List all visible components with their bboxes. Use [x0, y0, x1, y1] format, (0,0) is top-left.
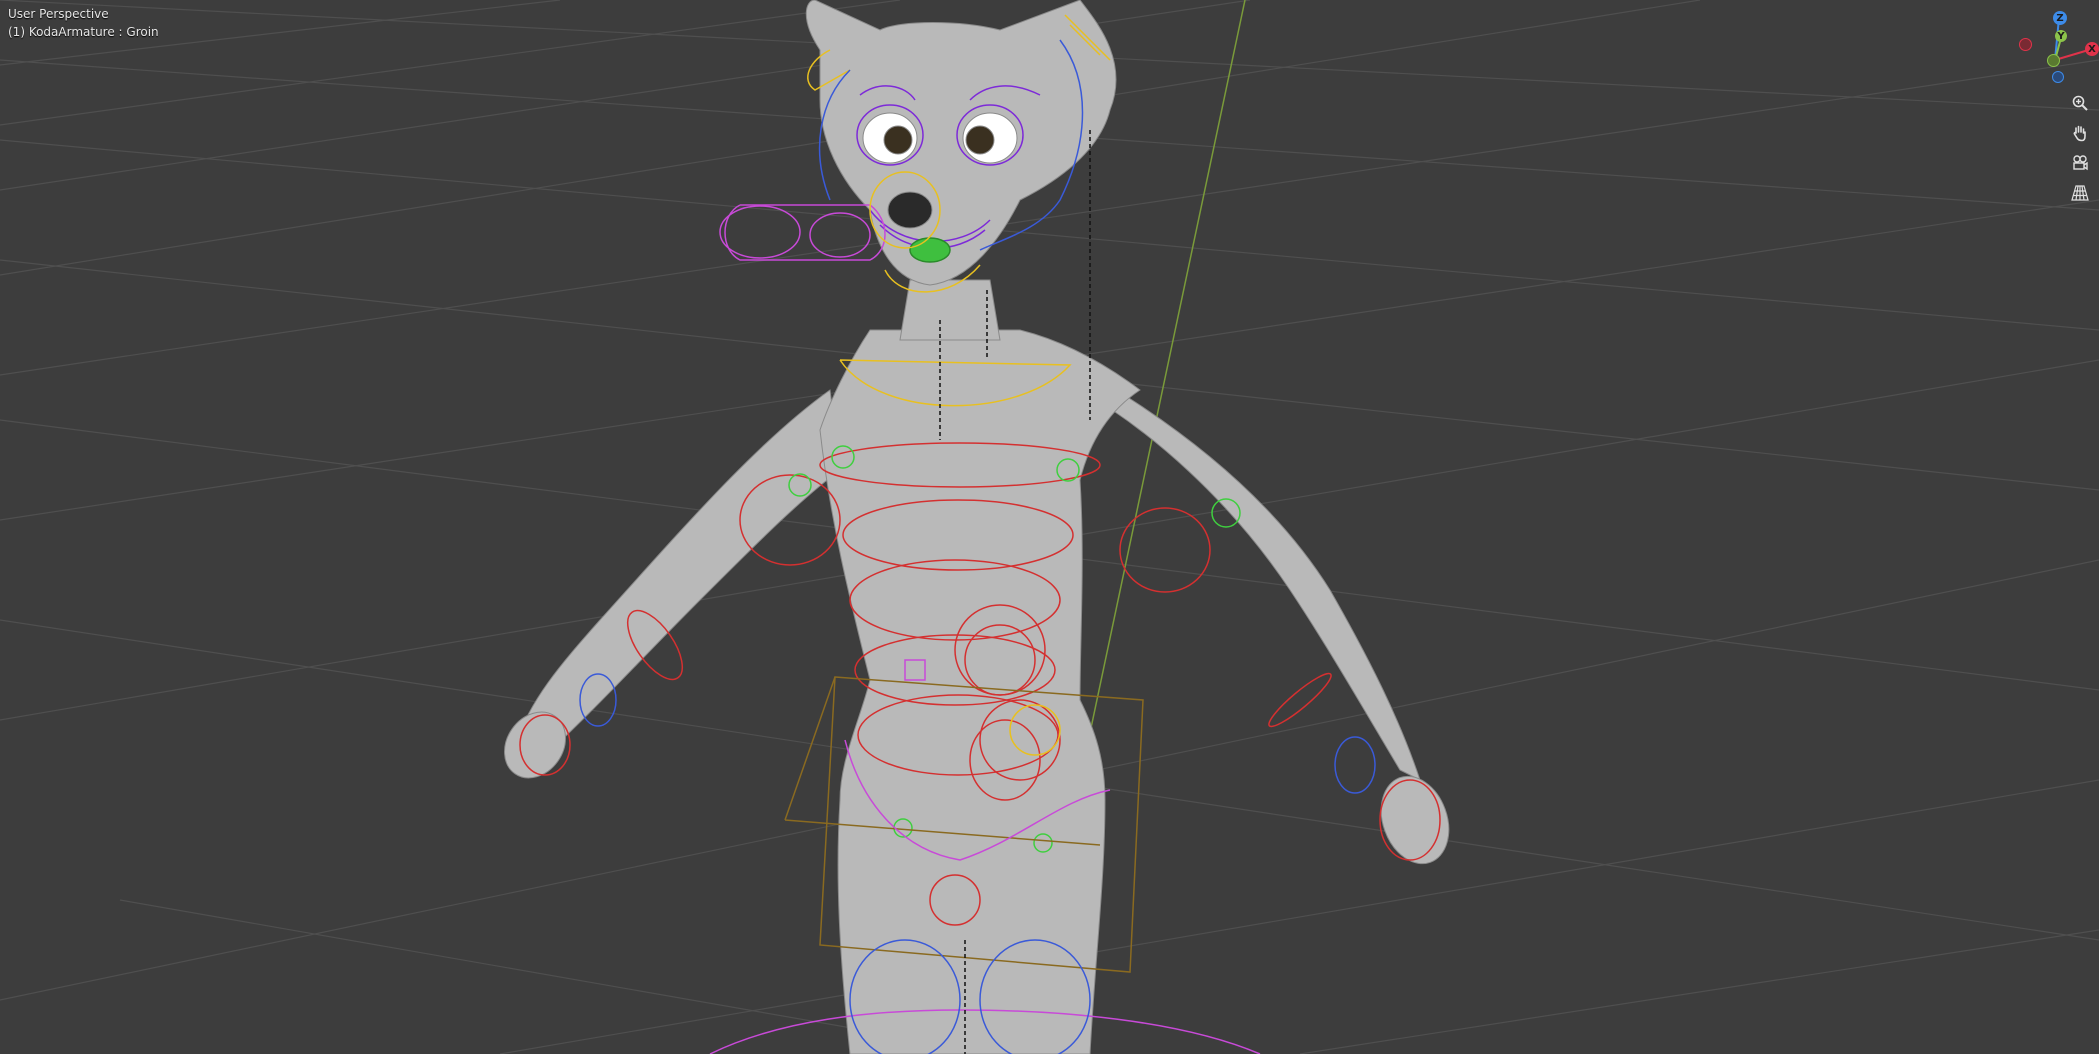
3d-viewport[interactable]: User Perspective (1) KodaArmature : Groi… [0, 0, 2099, 1054]
zoom-button[interactable] [2067, 90, 2093, 116]
neg-x-axis-ball[interactable] [2019, 38, 2032, 51]
pan-button[interactable] [2067, 120, 2093, 146]
y-axis-ball[interactable]: Y [2055, 30, 2067, 42]
active-object-label: (1) KodaArmature : Groin [8, 25, 159, 39]
camera-view-button[interactable] [2067, 150, 2093, 176]
view-name-label: User Perspective [8, 7, 109, 21]
scene-canvas[interactable] [0, 0, 2099, 1054]
navigation-gizmo[interactable]: Z Y X [2015, 8, 2099, 84]
grid-perspective-icon [2071, 185, 2089, 201]
neg-z-axis-ball[interactable] [2052, 71, 2064, 83]
hand-icon [2073, 125, 2086, 142]
magnifier-plus-icon [2072, 95, 2088, 111]
camera-icon [2073, 155, 2088, 171]
x-axis-ball[interactable]: X [2085, 42, 2099, 56]
z-axis-ball[interactable]: Z [2053, 11, 2067, 25]
character-mesh [504, 0, 1450, 1054]
neg-y-axis-ball[interactable] [2047, 54, 2060, 67]
perspective-toggle-button[interactable] [2067, 180, 2093, 206]
